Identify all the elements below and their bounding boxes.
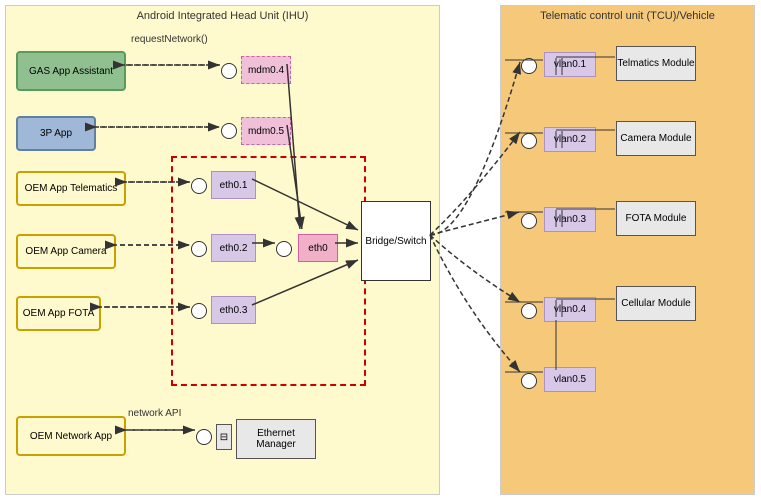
oem-network-box: OEM Network App (16, 416, 126, 456)
circle-eth02-left (191, 241, 207, 257)
telmatics-module-label: Telmatics Module (617, 58, 694, 69)
fota-module-box: FOTA Module (616, 201, 696, 236)
vlan01-box: vlan0.1 (544, 52, 596, 77)
threep-app-label: 3P App (40, 128, 72, 139)
oem-camera-label: OEM App Camera (25, 246, 106, 257)
circle-eth01-left (191, 178, 207, 194)
circle-vlan02 (521, 133, 537, 149)
vlan02-box: vlan0.2 (544, 127, 596, 152)
mdm04-box: mdm0.4 (241, 56, 291, 84)
tcu-panel: Telematic control unit (TCU)/Vehicle vla… (500, 5, 755, 495)
circle-eth0-from-eth02 (276, 241, 292, 257)
eth02-label: eth0.2 (220, 243, 248, 254)
oem-network-label: OEM Network App (30, 431, 112, 442)
camera-module-box: Camera Module (616, 121, 696, 156)
vlan04-box: vlan0.4 (544, 297, 596, 322)
main-container: Android Integrated Head Unit (IHU) GAS A… (0, 0, 761, 502)
camera-module-label: Camera Module (620, 133, 691, 144)
oem-telematics-label: OEM App Telematics (25, 183, 118, 194)
eth01-box: eth0.1 (211, 171, 256, 199)
cellular-module-label: Cellular Module (621, 298, 690, 309)
eth03-box: eth0.3 (211, 296, 256, 324)
fota-module-label: FOTA Module (626, 213, 687, 224)
circle-eth03-left (191, 303, 207, 319)
eth0-label: eth0 (308, 243, 327, 254)
vlan01-label: vlan0.1 (554, 59, 586, 70)
ihu-title: Android Integrated Head Unit (IHU) (137, 10, 309, 22)
oem-fota-box: OEM App FOTA (16, 296, 101, 331)
vlan03-label: vlan0.3 (554, 214, 586, 225)
cellular-module-box: Cellular Module (616, 286, 696, 321)
vlan05-box: vlan0.5 (544, 367, 596, 392)
eth02-box: eth0.2 (211, 234, 256, 262)
oem-fota-label: OEM App FOTA (23, 308, 95, 319)
vlan04-label: vlan0.4 (554, 304, 586, 315)
circle-eth-mgr (196, 429, 212, 445)
threep-app-box: 3P App (16, 116, 96, 151)
bridge-switch-box: Bridge/Switch (361, 201, 431, 281)
oem-telematics-box: OEM App Telematics (16, 171, 126, 206)
eth01-label: eth0.1 (220, 180, 248, 191)
request-network-label: requestNetwork() (131, 34, 208, 45)
eth0-box: eth0 (298, 234, 338, 262)
gas-app-label: GAS App Assistant (29, 66, 113, 77)
eth-manager-box: Ethernet Manager (236, 419, 316, 459)
eth-mgr-connector: ⊟ (216, 424, 232, 450)
circle-vlan05 (521, 373, 537, 389)
bridge-switch-label: Bridge/Switch (365, 236, 426, 247)
mdm04-label: mdm0.4 (248, 65, 284, 76)
circle-vlan04 (521, 303, 537, 319)
ihu-panel: Android Integrated Head Unit (IHU) GAS A… (5, 5, 440, 495)
eth-manager-label: Ethernet Manager (237, 428, 315, 450)
mdm05-label: mdm0.5 (248, 126, 284, 137)
oem-camera-box: OEM App Camera (16, 234, 116, 269)
tcu-title: Telematic control unit (TCU)/Vehicle (540, 10, 715, 22)
gas-app-box: GAS App Assistant (16, 51, 126, 91)
circle-mdm04-left (221, 63, 237, 79)
vlan02-label: vlan0.2 (554, 134, 586, 145)
vlan05-label: vlan0.5 (554, 374, 586, 385)
eth03-label: eth0.3 (220, 305, 248, 316)
network-api-label: network API (128, 408, 181, 419)
vlan03-box: vlan0.3 (544, 207, 596, 232)
circle-mdm05-left (221, 123, 237, 139)
mdm05-box: mdm0.5 (241, 117, 291, 145)
circle-vlan03 (521, 213, 537, 229)
telmatics-module-box: Telmatics Module (616, 46, 696, 81)
circle-vlan01 (521, 58, 537, 74)
